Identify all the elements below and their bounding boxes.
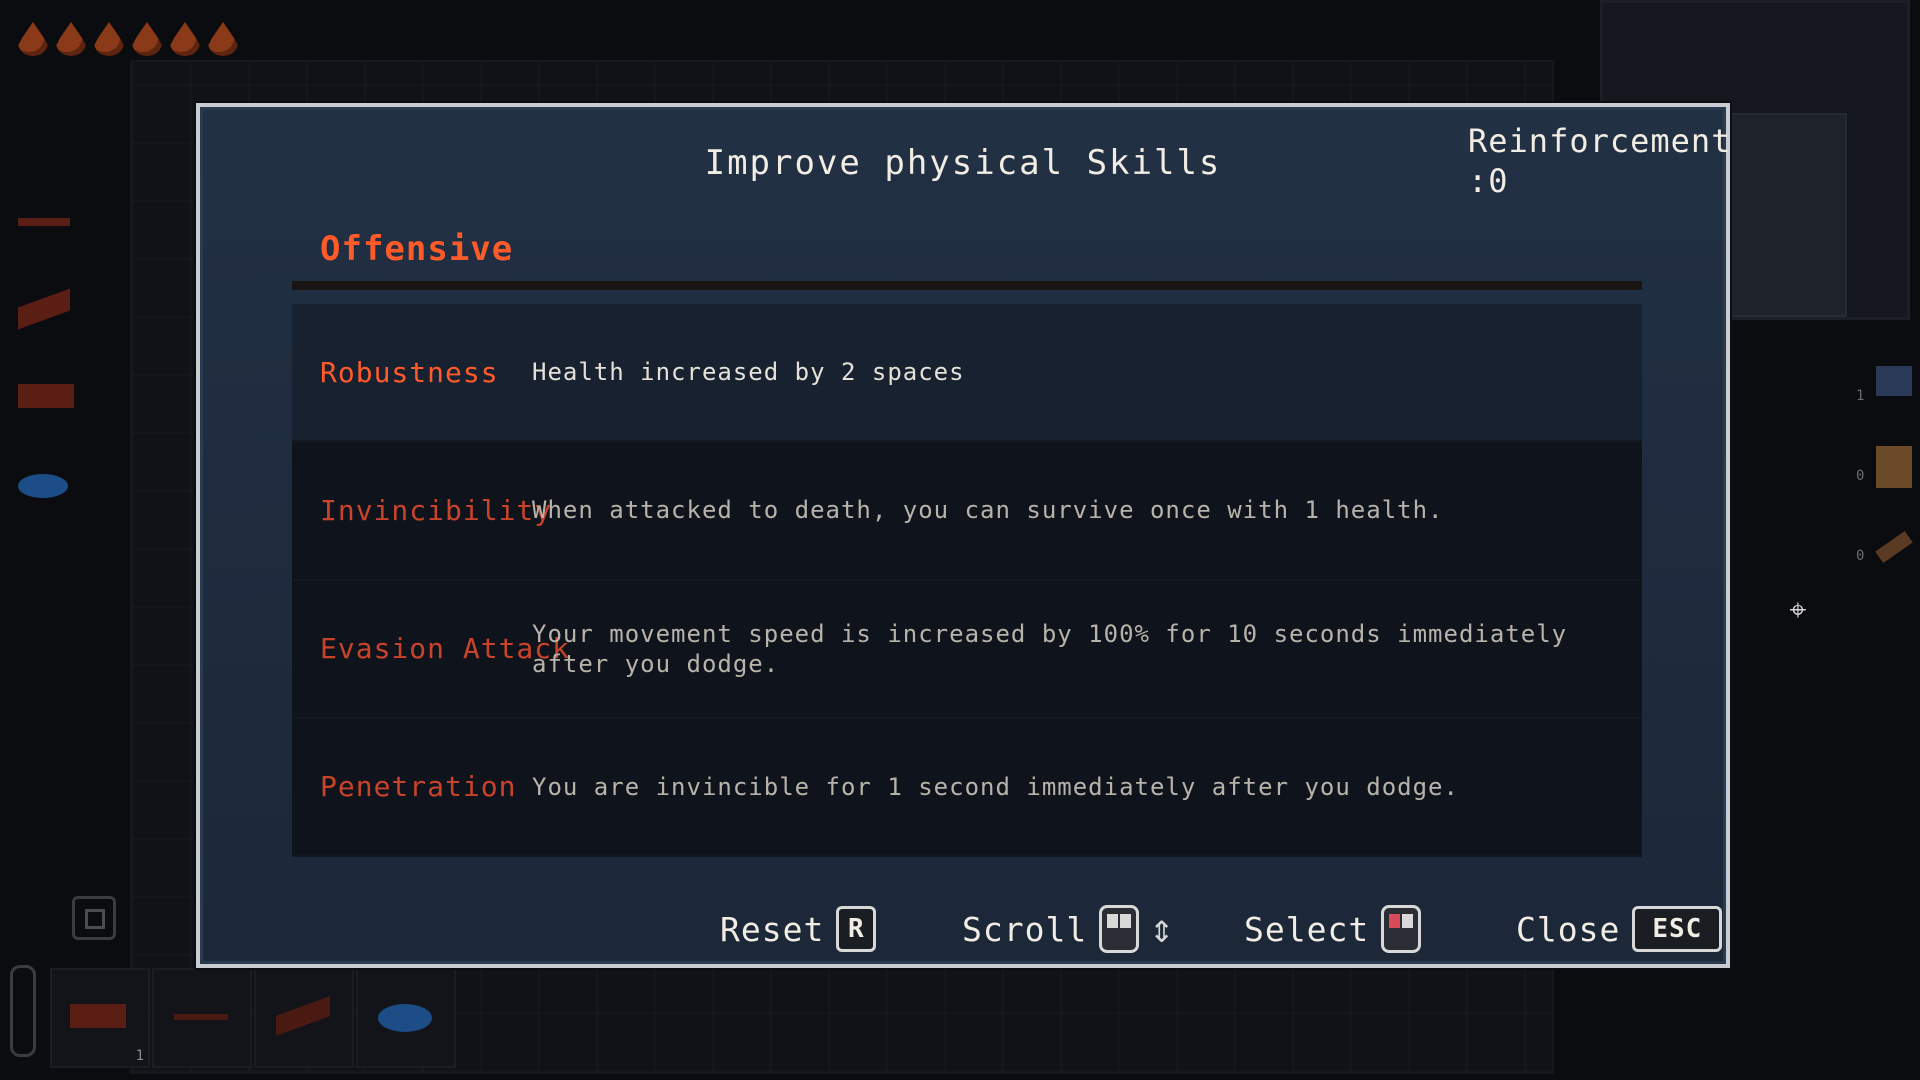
reset-label: Reset: [720, 909, 825, 949]
hotbar-slot[interactable]: [356, 968, 456, 1068]
skill-description: You are invincible for 1 second immediat…: [532, 772, 1459, 801]
r-key-icon: R: [836, 906, 877, 952]
item-count: 0: [1856, 548, 1865, 564]
weapon-icon: [18, 218, 70, 226]
skill-name: Invincibility: [320, 493, 553, 527]
claw-icon: [18, 384, 74, 408]
select-control[interactable]: Select: [1244, 903, 1422, 955]
skill-description: Your movement speed is increased by 100%…: [532, 619, 1568, 678]
crosshair-cursor-icon: ⌖: [1789, 593, 1807, 628]
slot-count: 1: [135, 1048, 144, 1064]
heart-icon: [132, 22, 162, 56]
item-count: 1: [1856, 388, 1865, 404]
reinforcement-value: :0: [1468, 162, 1509, 200]
map-toggle-icon[interactable]: [72, 896, 116, 940]
hotbar-slot[interactable]: 1: [50, 968, 150, 1068]
skills-modal: Improve physical Skills Reinforcement :0…: [196, 103, 1730, 968]
claw-icon: [70, 1004, 126, 1028]
scroll-control[interactable]: Scroll ⇕: [962, 903, 1175, 955]
skill-row-penetration[interactable]: Penetration You are invincible for 1 sec…: [292, 718, 1642, 857]
mouse-wheel-icon: [1099, 905, 1140, 953]
scroll-item-icon: [1876, 446, 1912, 488]
skill-row-robustness[interactable]: Robustness Health increased by 2 spaces: [292, 304, 1642, 443]
key-icon: [1875, 530, 1913, 564]
item-count: 0: [1856, 468, 1865, 484]
blue-gem-icon: [18, 474, 68, 498]
select-label: Select: [1244, 909, 1370, 949]
reset-control[interactable]: Reset R: [720, 903, 877, 955]
skill-row-invincibility[interactable]: Invincibility When attacked to death, yo…: [292, 442, 1642, 581]
heart-icon: [208, 22, 238, 56]
skill-list[interactable]: Robustness Health increased by 2 spaces …: [292, 304, 1642, 857]
hotbar: 1: [0, 960, 460, 1070]
section-divider: [292, 281, 1642, 290]
close-control[interactable]: Close ESC: [1516, 903, 1723, 955]
reinforcement-counter: Reinforcement :0: [1468, 121, 1731, 201]
control-hints: Reset R Scroll ⇕ Select Close ESC: [200, 903, 1726, 955]
up-down-arrow-icon: ⇕: [1149, 906, 1175, 952]
skill-name: Robustness: [320, 355, 499, 389]
heart-icon: [94, 22, 124, 56]
section-title: Offensive: [320, 229, 514, 269]
minimap-room: [1723, 113, 1847, 317]
skill-description: Health increased by 2 spaces: [532, 358, 965, 387]
heart-icon: [18, 22, 48, 56]
hotbar-slot[interactable]: [152, 968, 252, 1068]
weapon-icon: [174, 1014, 228, 1020]
crossbow-icon: [276, 996, 330, 1036]
health-hearts: [18, 22, 238, 56]
hotbar-slot[interactable]: [254, 968, 354, 1068]
esc-key-icon: ESC: [1632, 906, 1723, 952]
crossbow-icon: [18, 288, 70, 330]
heart-icon: [170, 22, 200, 56]
reinforcement-label: Reinforcement: [1468, 122, 1732, 160]
skill-description: When attacked to death, you can survive …: [532, 496, 1444, 525]
heart-icon: [56, 22, 86, 56]
scroll-label: Scroll: [962, 909, 1088, 949]
skill-row-evasion-attack[interactable]: Evasion Attack Your movement speed is in…: [292, 580, 1642, 719]
blue-gem-icon: [378, 1004, 432, 1032]
mouse-left-click-icon: [1381, 905, 1422, 953]
close-label: Close: [1516, 909, 1621, 949]
skill-name: Penetration: [320, 770, 517, 804]
trident-icon: [1876, 366, 1912, 396]
